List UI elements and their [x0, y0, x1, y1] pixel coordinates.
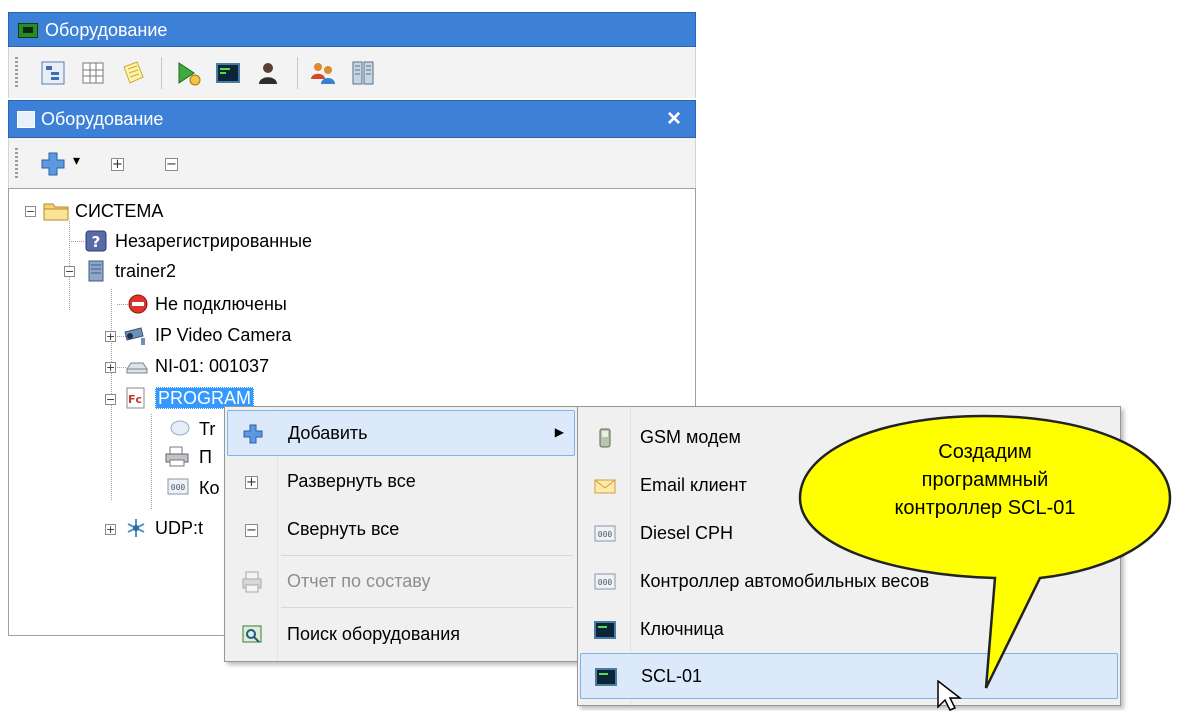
panel-toolbar-grip[interactable] [15, 148, 18, 180]
udp-icon [127, 519, 145, 537]
submenu-item-keybox-label: Ключница [640, 619, 724, 639]
menu-item-report[interactable]: Отчет по составу [227, 559, 575, 605]
server-icon [88, 260, 104, 282]
question-icon: ? [85, 230, 107, 252]
add-icon[interactable] [39, 150, 67, 178]
submenu-item-scl01-label: SCL-01 [641, 666, 703, 686]
submenu-item-diesel-label: Diesel СРН [640, 523, 734, 543]
menu-item-collapse-all[interactable]: − Свернуть все [227, 507, 575, 553]
tree-item-ip-camera[interactable]: IP Video Camera [155, 321, 291, 349]
report-icon [242, 571, 262, 593]
menu-item-collapse-all-label: Свернуть все [287, 519, 400, 539]
svg-text:000: 000 [171, 483, 186, 492]
panel-title-bar: Оборудование × [8, 100, 696, 138]
keybox-icon [594, 621, 616, 639]
svg-text:000: 000 [598, 578, 613, 587]
controller-icon: 000 [594, 573, 616, 590]
callout-line-1: Создадим [938, 441, 1032, 463]
close-icon[interactable]: × [667, 105, 681, 133]
window-title: Оборудование [45, 20, 168, 40]
program-icon: Fc [126, 387, 145, 409]
svg-text:000: 000 [598, 530, 613, 539]
mouse-cursor-icon [937, 680, 963, 711]
context-menu: Добавить ▶ + Развернуть все − Свернуть в… [224, 406, 578, 662]
expander-sistema[interactable]: − [25, 206, 36, 217]
submenu-item-gsm-modem-label: GSM модем [640, 427, 741, 447]
svg-text:Fc: Fc [128, 393, 142, 406]
menu-item-search-equipment[interactable]: Поиск оборудования [227, 612, 575, 658]
gsm-modem-icon [599, 428, 611, 448]
callout-line-3: контроллер SCL-01 [894, 497, 1076, 519]
printer-icon [165, 446, 189, 467]
expander-program[interactable]: − [105, 394, 116, 405]
tree-item-ni01[interactable]: NI-01: 001037 [155, 352, 269, 380]
add-icon [243, 424, 263, 444]
expand-all-icon: + [245, 475, 258, 490]
callout-text: Создадим программный контроллер SCL-01 [850, 438, 1120, 522]
tree-item-trainer2[interactable]: trainer2 [115, 257, 176, 285]
scl-icon [595, 668, 617, 686]
tree-item-not-connected[interactable]: Не подключены [155, 290, 287, 318]
notes-icon[interactable] [119, 59, 147, 87]
controller-icon: 000 [594, 525, 616, 542]
expander-ni01[interactable]: + [105, 362, 116, 373]
window-title-bar[interactable]: Оборудование [8, 12, 696, 47]
chat-icon [170, 420, 190, 436]
svg-text:?: ? [92, 233, 101, 251]
tree-item-sistema[interactable]: СИСТЕМА [75, 197, 163, 225]
menu-item-expand-all[interactable]: + Развернуть все [227, 459, 575, 505]
run-script-icon[interactable] [174, 59, 202, 87]
submenu-arrow-icon: ▶ [554, 425, 564, 439]
menu-item-expand-all-label: Развернуть все [287, 471, 416, 491]
menu-item-search-equipment-label: Поиск оборудования [287, 624, 461, 644]
menu-item-add-label: Добавить [288, 423, 368, 443]
operator-icon[interactable] [254, 59, 282, 87]
panel-title: Оборудование [41, 109, 164, 129]
email-icon [594, 479, 616, 494]
callout-line-2: программный [921, 469, 1049, 491]
tree-panel-icon [17, 111, 35, 128]
panel-toolbar: ▾ + − [8, 138, 696, 188]
expander-ip-camera[interactable]: + [105, 331, 116, 342]
config-icon[interactable] [349, 59, 377, 87]
terminal-icon[interactable] [214, 59, 242, 87]
menu-item-report-label: Отчет по составу [287, 571, 431, 591]
collapse-all-icon: − [245, 523, 258, 538]
tree-item-ko[interactable]: Ко [199, 474, 220, 502]
toolbar-grip[interactable] [15, 57, 18, 89]
users-icon[interactable] [309, 59, 337, 87]
expander-udp[interactable]: + [105, 524, 116, 535]
submenu-item-email-client-label: Email клиент [640, 475, 747, 495]
menu-item-add[interactable]: Добавить ▶ [227, 410, 575, 456]
add-dropdown-arrow[interactable]: ▾ [73, 152, 80, 169]
search-equipment-icon [242, 625, 262, 643]
expander-trainer2[interactable]: − [64, 266, 75, 277]
expand-all-button[interactable]: + [111, 158, 124, 171]
tree-view-icon[interactable] [39, 59, 67, 87]
tree-item-tr[interactable]: Tr [199, 415, 215, 443]
grid-view-icon[interactable] [79, 59, 107, 87]
controller-icon: 000 [167, 478, 189, 495]
folder-icon [43, 203, 69, 221]
main-toolbar [8, 47, 696, 98]
camera-icon [124, 327, 145, 345]
tree-item-unregistered[interactable]: Незарегистрированные [115, 227, 312, 255]
tree-item-p[interactable]: П [199, 443, 212, 471]
collapse-all-button[interactable]: − [165, 158, 178, 171]
no-entry-icon [128, 294, 148, 314]
tree-item-udp[interactable]: UDP:t [155, 514, 203, 542]
network-device-icon [126, 362, 148, 374]
equipment-app-icon [18, 23, 38, 38]
